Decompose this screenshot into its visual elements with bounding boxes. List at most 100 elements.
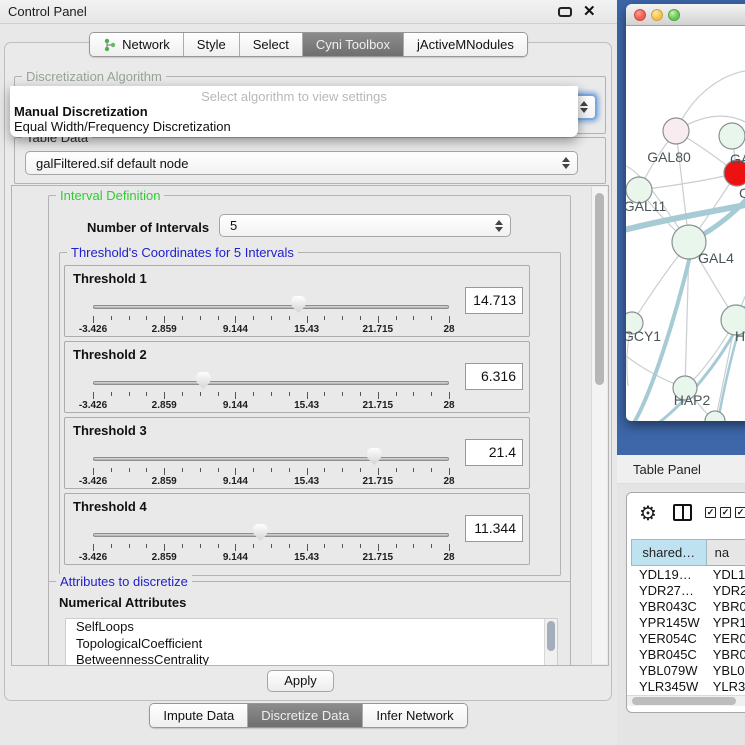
column-header-name[interactable]: na [707,539,745,566]
table-cell-name[interactable]: YLR3 [707,679,745,695]
minimize-traffic-light-icon[interactable] [651,9,663,21]
numerical-attributes-label: Numerical Attributes [59,595,186,610]
threshold-value-field[interactable]: 14.713 [465,287,523,314]
dropdown-option-manual[interactable]: Manual Discretization [10,104,578,119]
apply-button[interactable]: Apply [267,670,334,692]
table-cell-shared-name[interactable]: YPR145W [631,615,707,631]
checkbox-icon[interactable]: ✓ [720,507,731,518]
slider-track[interactable] [93,381,449,385]
table-row[interactable]: YDL19…YDL1 [631,567,745,583]
tick-label: 15.43 [294,476,319,487]
tab-style[interactable]: Style [184,33,240,56]
table-row[interactable]: YPR145WYPR1 [631,615,745,631]
network-window[interactable]: GAL80 GA C GAL11 GAL4 GCY1 H HAP2 [626,4,745,421]
group-title: Threshold's Coordinates for 5 Intervals [67,245,298,260]
numerical-attributes-list[interactable]: SelfLoopsTopologicalCoefficientBetweenne… [65,618,558,666]
network-canvas[interactable]: GAL80 GA C GAL11 GAL4 GCY1 H HAP2 [626,26,745,421]
table-data-value: galFiltered.sif default node [36,156,188,171]
tab-network[interactable]: Network [90,33,184,56]
tick-mark [271,468,272,472]
table-data-combobox[interactable]: galFiltered.sif default node [25,151,578,175]
tick-mark [431,316,432,320]
table-cell-name[interactable]: YBR0 [707,599,745,615]
close-traffic-light-icon[interactable] [634,9,646,21]
slider-handle[interactable] [196,372,211,389]
checkbox-icon[interactable]: ✓ [735,507,745,518]
tick-mark [235,316,236,323]
tick-mark [253,392,254,396]
table-cell-shared-name[interactable]: YBR045C [631,647,707,663]
dropdown-option-equal-width[interactable]: Equal Width/Frequency Discretization [10,119,578,134]
attribute-list-item[interactable]: TopologicalCoefficient [66,636,557,653]
table-row[interactable]: YBR043CYBR0 [631,599,745,615]
tab-jactivemnodules[interactable]: jActiveMNodules [404,33,527,56]
number-of-intervals-combobox[interactable]: 5 [219,214,511,237]
table-cell-name[interactable]: YPR1 [707,615,745,631]
tick-mark [218,468,219,472]
tick-mark [396,544,397,548]
table-cell-name[interactable]: YDR2 [707,583,745,599]
node-pink[interactable] [663,118,689,144]
table-panel-header: Table Panel [617,455,745,484]
table-cell-shared-name[interactable]: YDL19… [631,567,707,583]
table-cell-shared-name[interactable]: YER054C [631,631,707,647]
table-cell-shared-name[interactable]: YBR043C [631,599,707,615]
tick-mark [111,468,112,472]
table-row[interactable]: YDR27…YDR2 [631,583,745,599]
tick-mark [253,468,254,472]
table-cell-name[interactable]: YBL0 [707,663,745,679]
tick-mark [449,392,450,399]
table-row[interactable]: YER054CYER0 [631,631,745,647]
tick-mark [129,468,130,472]
scrollbar-thumb[interactable] [595,193,604,385]
column-header-shared-name[interactable]: shared… [631,539,707,566]
slider-track[interactable] [93,533,449,537]
threshold-value-field[interactable]: 6.316 [465,363,523,390]
close-icon[interactable]: ✕ [583,2,596,20]
table-cell-name[interactable]: YER0 [707,631,745,647]
scrollbar-thumb[interactable] [632,697,736,705]
tab-discretize-data[interactable]: Discretize Data [248,704,363,727]
attribute-list-item[interactable]: SelfLoops [66,619,557,636]
threshold-value-field[interactable]: 11.344 [465,515,523,542]
table-row[interactable]: YBL079WYBL0 [631,663,745,679]
top-tab-bar: Network Style Select Cyni Toolbox jActiv… [0,32,617,57]
attributes-group: Attributes to discretize Numerical Attri… [48,581,571,666]
table-cell-shared-name[interactable]: YBL079W [631,663,707,679]
table-cell-shared-name[interactable]: YDR27… [631,583,707,599]
control-panel-titlebar: Control Panel ✕ [0,0,617,24]
zoom-traffic-light-icon[interactable] [668,9,680,21]
float-window-icon[interactable] [558,7,572,17]
split-columns-icon[interactable] [673,504,692,521]
table-cell-name[interactable]: YDL1 [707,567,745,583]
slider-handle[interactable] [367,448,382,465]
group-title: Interval Definition [56,188,164,203]
slider-handle[interactable] [291,296,306,313]
node-partial-bottom[interactable] [705,411,725,421]
slider-track[interactable] [93,305,449,309]
checkbox-icon[interactable]: ✓ [705,507,716,518]
gear-icon[interactable]: ⚙ [639,501,657,526]
table-cell-shared-name[interactable]: YLR345W [631,679,707,695]
vertical-scrollbar[interactable] [591,187,607,664]
tab-infer-network[interactable]: Infer Network [363,704,466,727]
tab-cyni-toolbox[interactable]: Cyni Toolbox [303,33,404,56]
horizontal-scrollbar[interactable] [627,695,745,706]
node-label-partial-ga: GA [730,151,745,167]
node-green-top[interactable] [719,123,745,149]
attribute-list-item[interactable]: BetweennessCentrality [66,652,557,666]
tick-label: -3.426 [79,324,107,335]
slider-track[interactable] [93,457,449,461]
tab-impute-data[interactable]: Impute Data [150,704,248,727]
table-row[interactable]: YLR345WYLR3 [631,679,745,695]
tab-select[interactable]: Select [240,33,303,56]
tick-mark [93,316,94,323]
tick-mark [111,544,112,548]
table-cell-name[interactable]: YBR0 [707,647,745,663]
list-scrollbar[interactable] [544,619,557,666]
table-row[interactable]: YBR045CYBR0 [631,647,745,663]
node-label-gal11: GAL11 [626,198,666,214]
slider-handle[interactable] [253,524,268,541]
network-icon [103,38,117,52]
threshold-value-field[interactable]: 21.4 [465,439,523,466]
